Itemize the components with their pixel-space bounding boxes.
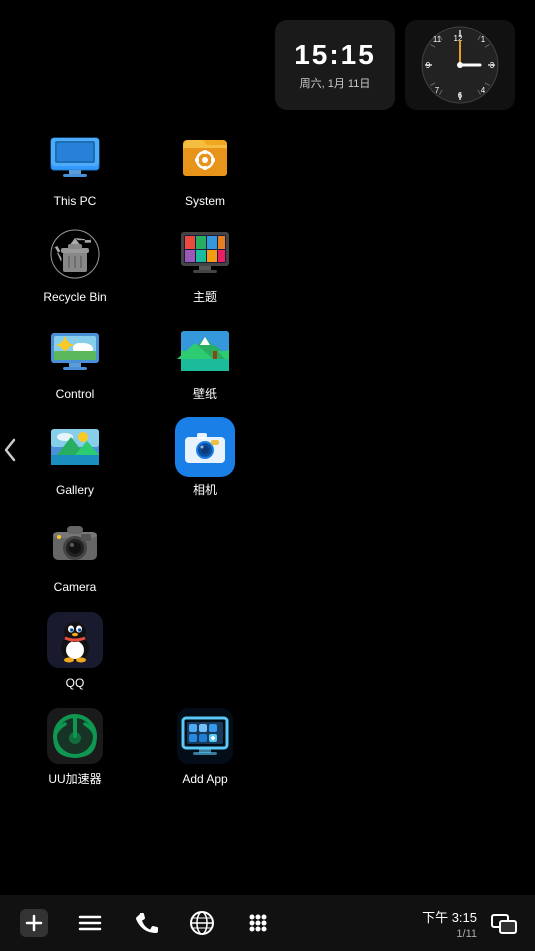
taskbar-multitask-button[interactable] bbox=[489, 908, 519, 938]
icon-this-pc[interactable]: This PC bbox=[10, 120, 140, 216]
icon-gallery[interactable]: Gallery bbox=[10, 409, 140, 505]
taskbar-right-area: 下午 3:15 1/11 bbox=[422, 907, 519, 940]
uu-booster-icon bbox=[45, 706, 105, 766]
icon-recycle-bin[interactable]: Recycle Bin bbox=[10, 216, 140, 312]
svg-text:9: 9 bbox=[426, 61, 431, 70]
taskbar-clock-info: 下午 3:15 1/11 bbox=[422, 907, 477, 940]
camera-app-label: 相机 bbox=[193, 483, 217, 497]
theme-icon bbox=[175, 224, 235, 284]
add-app-label: Add App bbox=[182, 772, 227, 786]
icon-camera-app[interactable]: 相机 bbox=[140, 409, 270, 505]
qq-label: QQ bbox=[66, 676, 85, 690]
svg-text:4: 4 bbox=[481, 86, 486, 95]
control-icon bbox=[45, 321, 105, 381]
this-pc-label: This PC bbox=[54, 194, 97, 208]
svg-text:6: 6 bbox=[458, 91, 463, 100]
gallery-label: Gallery bbox=[56, 483, 94, 497]
icon-wallpaper[interactable]: 壁纸 bbox=[140, 313, 270, 409]
wallpaper-icon bbox=[175, 321, 235, 381]
add-app-icon bbox=[175, 706, 235, 766]
svg-text:3: 3 bbox=[490, 61, 495, 70]
recycle-bin-icon bbox=[45, 224, 105, 284]
svg-text:7: 7 bbox=[435, 86, 440, 95]
digital-clock-widget[interactable]: 15:15 周六, 1月 11日 bbox=[275, 20, 395, 110]
uu-booster-label: UU加速器 bbox=[48, 772, 101, 786]
camera-hw-label: Camera bbox=[54, 580, 97, 594]
gallery-icon bbox=[45, 417, 105, 477]
taskbar-time: 下午 3:15 bbox=[422, 907, 477, 926]
taskbar-phone-button[interactable] bbox=[128, 905, 164, 941]
analog-clock-widget[interactable]: 12 1 3 4 6 7 9 11 bbox=[405, 20, 515, 110]
desktop: 15:15 周六, 1月 11日 bbox=[0, 0, 535, 895]
svg-text:11: 11 bbox=[433, 35, 442, 44]
taskbar-add-button[interactable] bbox=[16, 905, 52, 941]
icon-uu-booster[interactable]: UU加速器 bbox=[10, 698, 140, 794]
this-pc-icon bbox=[45, 128, 105, 188]
taskbar: 下午 3:15 1/11 bbox=[0, 895, 535, 951]
camera-hw-icon bbox=[45, 514, 105, 574]
taskbar-left bbox=[16, 905, 276, 941]
svg-text:1: 1 bbox=[481, 35, 486, 44]
icon-theme[interactable]: 主题 bbox=[140, 216, 270, 312]
svg-text:12: 12 bbox=[454, 34, 463, 43]
taskbar-globe-button[interactable] bbox=[184, 905, 220, 941]
taskbar-page: 1/11 bbox=[456, 928, 477, 940]
qq-icon bbox=[45, 610, 105, 670]
recycle-bin-label: Recycle Bin bbox=[43, 290, 106, 304]
icon-camera-hw[interactable]: Camera bbox=[10, 506, 140, 602]
digital-clock-date: 周六, 1月 11日 bbox=[300, 75, 371, 91]
theme-label: 主题 bbox=[193, 290, 217, 304]
system-label: System bbox=[185, 194, 225, 208]
analog-clock-face: 12 1 3 4 6 7 9 11 bbox=[420, 25, 500, 105]
icon-add-app[interactable]: Add App bbox=[140, 698, 270, 794]
page-arrow-left[interactable] bbox=[0, 430, 20, 470]
control-label: Control bbox=[56, 387, 95, 401]
camera-app-icon bbox=[175, 417, 235, 477]
icon-qq[interactable]: QQ bbox=[10, 602, 140, 698]
icon-control[interactable]: Control bbox=[10, 313, 140, 409]
system-icon bbox=[175, 128, 235, 188]
icon-system[interactable]: System bbox=[140, 120, 270, 216]
widgets-row: 15:15 周六, 1月 11日 bbox=[0, 10, 535, 110]
taskbar-menu-button[interactable] bbox=[72, 905, 108, 941]
taskbar-apps-button[interactable] bbox=[240, 905, 276, 941]
digital-clock-time: 15:15 bbox=[294, 39, 376, 71]
wallpaper-label: 壁纸 bbox=[193, 387, 217, 401]
